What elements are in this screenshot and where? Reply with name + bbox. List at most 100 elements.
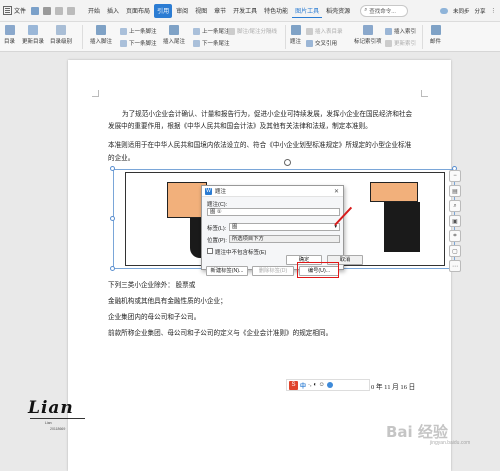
cross-reference-button[interactable]: 交叉引用 [306, 39, 337, 47]
footnote-icon [96, 25, 106, 35]
ime-toolbar[interactable]: S 中 ·, ◐ ☺ [286, 379, 370, 391]
tab-references[interactable]: 引用 [154, 3, 173, 18]
position-label: 位置(P): [207, 238, 227, 244]
tab-features[interactable]: 特色功能 [261, 4, 291, 18]
paragraph-line: 下列三类小企业除外： 股票或 [108, 282, 196, 289]
update-directory-button[interactable]: 更新目录 [22, 25, 44, 45]
next-endnote-button[interactable]: 下一条尾注 [193, 39, 230, 47]
paragraph-line: 的企业。 [108, 155, 135, 162]
insert-endnote-button[interactable]: 插入尾注 [163, 25, 185, 45]
tab-developer[interactable]: 开发工具 [230, 4, 260, 18]
image-edit-icon[interactable]: ▣ [449, 215, 461, 227]
label-select-value: 图 [232, 224, 238, 230]
next-icon [193, 39, 200, 47]
highlight-box [297, 262, 339, 278]
tab-docer[interactable]: 稻壳资源 [323, 4, 353, 18]
tab-picture-tools[interactable]: 图片工具 [292, 4, 323, 18]
mark-index-entry-button[interactable]: 标记索引项 [354, 25, 382, 45]
refresh-icon [28, 25, 38, 35]
date-text: 0 年 11 月 16 日 [371, 384, 416, 391]
more-icon[interactable]: ⋮ [491, 8, 497, 14]
watermark-url: jingyan.baidu.com [430, 440, 471, 446]
ribbon-separator [82, 25, 83, 49]
new-label-button[interactable]: 新建标签(N)... [206, 266, 248, 276]
index-mark-icon [362, 25, 373, 35]
directory-button[interactable]: 目录 [4, 25, 15, 45]
hamburger-menu-icon[interactable] [3, 6, 12, 15]
redo-icon[interactable] [67, 6, 76, 15]
table-of-figures-icon [306, 27, 313, 35]
paragraph-line: 为了规范小企业会计确认、计量和报告行为，促进小企业可持续发展，发挥小企业在国民经… [122, 111, 413, 118]
mail-button[interactable]: 邮件 [430, 25, 441, 45]
tab-page-layout[interactable]: 页面布局 [123, 4, 153, 18]
minus-icon[interactable]: − [449, 170, 461, 182]
resize-handle[interactable] [110, 216, 115, 221]
hand-shape [370, 182, 418, 202]
caption-input[interactable]: 图 ① [207, 208, 340, 216]
ribbon-separator [422, 25, 423, 49]
label-select[interactable]: 图 ▾ [229, 223, 340, 231]
caption-button[interactable]: 题注 [290, 25, 301, 45]
label-label: 标签(L): [207, 226, 227, 232]
file-menu[interactable]: 文件 [14, 6, 26, 15]
margin-corner [421, 90, 428, 97]
save-icon[interactable] [31, 6, 40, 15]
tab-insert[interactable]: 插入 [104, 4, 122, 18]
dialog-title-bar: W 题注 ✕ [202, 186, 343, 197]
prev-footnote-button[interactable]: 上一条脚注 [120, 27, 157, 35]
ribbon-toolbar: 目录 更新目录 目录级别 插入脚注 上一条脚注 下一条脚注 插入尾注 上一条尾注… [0, 22, 500, 52]
directory-icon [4, 25, 15, 35]
caption-label: 题注(C): [207, 202, 228, 208]
frame-icon[interactable]: ▢ [449, 245, 461, 257]
sync-status[interactable]: 未同步 [453, 7, 470, 15]
position-select[interactable]: 所选项目下方 [229, 235, 340, 243]
mail-icon [430, 25, 441, 35]
prev-endnote-button[interactable]: 上一条尾注 [193, 27, 230, 35]
exclude-label-checkbox[interactable] [207, 248, 213, 254]
margin-corner [92, 90, 99, 97]
zoom-icon[interactable]: ⌕ [449, 200, 461, 212]
update-index-button[interactable]: 更新索引 [385, 39, 416, 47]
insert-footnote-button[interactable]: 插入脚注 [90, 25, 112, 45]
delete-label-button[interactable]: 删除标签(D) [252, 266, 294, 276]
command-search[interactable]: ⌕ 查找命令... [360, 4, 409, 17]
tab-review[interactable]: 审阅 [173, 4, 191, 18]
caption-icon [290, 25, 301, 35]
resize-handle[interactable] [110, 266, 115, 271]
prev-icon [193, 27, 200, 35]
tab-section[interactable]: 章节 [211, 4, 229, 18]
insert-index-button[interactable]: 插入索引 [385, 27, 416, 35]
insert-index-icon [385, 27, 392, 35]
exclude-label-text: 题注中不包含标签(E) [215, 250, 267, 256]
layout-icon[interactable]: ▤ [449, 185, 461, 197]
undo-icon[interactable] [55, 6, 64, 15]
ime-language: 中 [300, 383, 307, 390]
search-icon: ⌕ [364, 7, 368, 13]
more-options-icon[interactable]: ⋯ [449, 260, 461, 272]
search-placeholder: 查找命令... [369, 8, 396, 15]
tab-home[interactable]: 开始 [85, 4, 103, 18]
separator-line-icon [228, 27, 235, 35]
insert-figure-table-button[interactable]: 插入表目录 [306, 27, 343, 35]
tab-view[interactable]: 视图 [192, 4, 210, 18]
share-button[interactable]: 分享 [474, 7, 485, 15]
float-toolbar: − ▤ ⌕ ▣ ⌗ ▢ ⋯ [449, 170, 463, 272]
paragraph-line: 企业集团内的母公司和子公司。 [108, 314, 201, 321]
next-footnote-button[interactable]: 下一条脚注 [120, 39, 157, 47]
cloud-icon [439, 7, 448, 14]
watermark: Bai 经验 [386, 423, 448, 441]
next-icon [120, 39, 127, 47]
ime-symbols: ·, ◐ ☺ [308, 382, 325, 388]
print-icon[interactable] [43, 6, 52, 15]
signature-logo: Lian [28, 398, 74, 418]
rotate-handle[interactable] [284, 159, 291, 166]
crop-icon[interactable]: ⌗ [449, 230, 461, 242]
close-icon[interactable]: ✕ [334, 188, 339, 195]
directory-level-button[interactable]: 目录级别 [50, 25, 72, 45]
footnote-separator-button[interactable]: 脚注/尾注分隔线 [228, 27, 277, 35]
signature-subtitle: Lian [45, 421, 52, 425]
resize-handle[interactable] [110, 166, 115, 171]
paragraph-line: 金融机构或其他具有金融性质的小企业； [108, 298, 227, 305]
signature-underline [30, 418, 85, 419]
prev-icon [120, 27, 127, 35]
